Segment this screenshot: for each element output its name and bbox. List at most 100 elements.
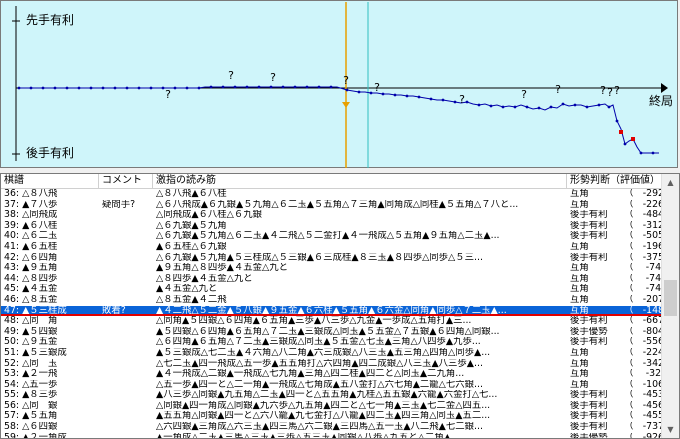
pv-cell: △６四角▲６五角△７二玉▲三銀成△同玉▲５五金△七玉▲三角△八四歩▲九歩... — [156, 337, 481, 348]
score-cell: （ -556） — [624, 337, 663, 348]
table-row[interactable]: 50: △９五金 △６四角▲６五角△７二玉▲三銀成△同玉▲５五金△七玉▲三角△八四… — [1, 337, 663, 348]
move-cell: 36: △８八飛 — [4, 189, 58, 199]
evaluation-point — [17, 86, 21, 90]
judgement-cell: 互角 — [570, 273, 589, 284]
pv-cell: ▲５三銀成△七二玉▲４六角△八二角▲六三成銀△八三玉▲五三角△四角△同歩▲... — [156, 347, 491, 358]
judgement-cell: 互角 — [570, 347, 589, 358]
pv-cell: △６九銀▲５九角 — [156, 220, 227, 231]
move-cell: 39: ▲６八桂 — [4, 220, 58, 231]
table-row[interactable]: 40: △６二玉 △６九銀▲５九角△６二玉▲４二飛△５二金打▲４一飛成△５五角▲９… — [1, 231, 663, 242]
evaluation-point — [185, 86, 189, 90]
move-cell: 42: △６四角 — [4, 252, 58, 263]
evaluation-graph[interactable]: ??????????? 先手有利 後手有利 終局 — [0, 0, 678, 168]
evaluation-line — [19, 86, 659, 154]
scroll-thumb[interactable] — [664, 280, 677, 316]
pv-cell: ▲９五角△８四歩▲４五金△九と — [156, 263, 288, 274]
score-cell: （ -312） — [624, 220, 663, 231]
table-row[interactable]: 54: △五一歩 △五一歩▲四一と△二一角▲一飛成△七角成▲五八金打△六七角▲二籠… — [1, 380, 663, 391]
score-cell: （ -106） — [624, 379, 663, 390]
move-cell: 44: △８四歩 — [4, 273, 58, 284]
table-row[interactable]: 45: ▲４五金 ▲４五金△九と 互角 （ -74） — [1, 284, 663, 295]
judgement-cell: 後手有利 — [570, 400, 608, 411]
header-judgement[interactable]: 形勢判断（評価値） — [567, 174, 663, 188]
score-cell: （ -196） — [624, 241, 663, 252]
pv-cell: △８五金▲４二飛 — [156, 294, 227, 305]
evaluation-point — [197, 86, 201, 90]
header-kifu[interactable]: 棋譜 — [1, 174, 99, 188]
table-row[interactable]: 52: △同 玉 △七二玉▲四一飛成△五一歩▲五五角打△六四角▲四二成銀△八三玉▲… — [1, 359, 663, 370]
evaluation-point — [597, 103, 601, 107]
evaluation-point — [173, 86, 177, 90]
evaluation-point — [489, 104, 493, 108]
move-cell: 49: ▲５四銀 — [4, 326, 58, 337]
judgement-cell: 後手有利 — [570, 220, 608, 231]
table-row[interactable]: 57: ▲５五角 ▲五五角△同銀▲四一と△六八籠▲九七金打△八籠▲四二玉▲四三角△… — [1, 411, 663, 422]
evaluation-point — [615, 119, 619, 123]
evaluation-point — [357, 90, 361, 94]
table-row[interactable]: 36: △８八飛 △８八飛▲６八桂 互角 （ -292） — [1, 189, 663, 200]
vertical-scrollbar[interactable]: ▲ ▼ — [661, 174, 679, 438]
table-row[interactable]: 48: △同 角 △同角▲５四銀△６四角▲６五角▲三歩▲八三歩△九金▲一歩成△五角… — [1, 316, 663, 327]
evaluation-point — [53, 86, 57, 90]
score-cell: （ -224） — [624, 347, 663, 358]
table-row[interactable]: 38: △同飛成 △同飛成▲６八桂△６九銀 後手有利 （ -484） — [1, 210, 663, 221]
pv-cell: △七二玉▲四一飛成△五一歩▲五五角打△六四角▲四二成銀△八三玉▲八三歩▲... — [156, 358, 483, 369]
scroll-up-arrow-icon[interactable]: ▲ — [662, 174, 679, 191]
pv-cell: ▲４五金△九と — [156, 284, 218, 295]
evaluation-point — [465, 100, 469, 104]
pv-cell: ▲八三歩△同銀▲九五角△二玉▲四一と△五五角▲九桂△五五銀▲六籠▲六金打△七..… — [156, 390, 498, 401]
judgement-cell: 後手有利 — [570, 231, 608, 242]
table-row[interactable]: 37: ▲７八歩 疑問手? △６八飛成▲６九銀▲５九角△６二玉▲５五角△７三角▲同角… — [1, 200, 663, 211]
table-row[interactable]: 49: ▲５四銀 ▲５四銀△６四角▲６五角△７二玉▲三銀成△同玉▲５五金△７五銀▲… — [1, 327, 663, 338]
move-cell: 55: ▲８三歩 — [4, 390, 58, 401]
evaluation-point — [477, 103, 481, 107]
judgement-cell: 後手有利 — [570, 252, 608, 263]
table-row[interactable]: 55: ▲８三歩 ▲八三歩△同銀▲九五角△二玉▲四一と△五五角▲九桂△五五銀▲六籠… — [1, 390, 663, 401]
table-row[interactable]: 43: ▲９五角 ▲９五角△８四歩▲４五金△九と 互角 （ -74） — [1, 263, 663, 274]
evaluation-point — [269, 85, 273, 89]
evaluation-point — [345, 88, 349, 92]
evaluation-point — [393, 93, 397, 97]
table-row[interactable]: 59: ▲２一角成 ▲一角成△二玉▲三馬△三玉▲三歩△五三玉▲同銀△八歩△九五と△… — [1, 432, 663, 439]
move-list[interactable]: 棋譜 コメント 激指の読み筋 形勢判断（評価値） 36: △８八飛 △８八飛▲６八… — [0, 173, 680, 439]
table-row[interactable]: 51: ▲５三銀成 ▲５三銀成△七二玉▲４六角△八二角▲六三成銀△八三玉▲五三角△… — [1, 348, 663, 359]
pv-cell: △６八飛成▲６九銀▲５九角△６二玉▲５五角△７三角▲同角成△同桂▲５五角△７八と… — [156, 199, 519, 210]
move-cell: 46: △８五金 — [4, 294, 58, 305]
evaluation-point — [561, 102, 565, 106]
move-cell: 58: △６四銀 — [4, 422, 58, 433]
question-mark-annotation: ? — [228, 69, 234, 82]
evaluation-point — [607, 105, 611, 109]
evaluation-point — [149, 86, 153, 90]
label-sente-advantage: 先手有利 — [25, 13, 76, 27]
pv-cell: ▲４一飛成△二銀▲一飛成△七九角▲三角△四二桂▲四二と△同玉▲二九角... — [156, 369, 465, 380]
pv-cell: △同銀▲四一角成△同銀▲九六歩△九五角▲四二と△七一角▲三玉▲七二金△四五... — [156, 400, 491, 411]
header-pv[interactable]: 激指の読み筋 — [153, 174, 567, 188]
table-row[interactable]: 39: ▲６八桂 △６九銀▲５九角 後手有利 （ -312） — [1, 221, 663, 232]
judgement-cell: 互角 — [570, 199, 589, 210]
table-row[interactable]: 42: △６四角 △６九銀▲５九角▲５三桂成△５三銀▲６三成桂▲８三玉▲８四歩△同… — [1, 253, 663, 264]
question-mark-annotation: ? — [459, 93, 465, 106]
table-row[interactable]: 46: △８五金 △８五金▲４二飛 互角 （ -207） — [1, 295, 663, 306]
move-cell: 52: △同 玉 — [4, 358, 58, 369]
evaluation-point — [221, 85, 225, 89]
move-cell: 59: ▲２一角成 — [4, 432, 67, 439]
judgement-cell: 互角 — [570, 284, 589, 295]
evaluation-point — [29, 86, 33, 90]
evaluation-point — [651, 151, 655, 155]
table-row[interactable]: 44: △８四歩 △８四歩▲４五金△九と 互角 （ -74） — [1, 274, 663, 285]
evaluation-point — [305, 85, 309, 89]
table-row[interactable]: 53: ▲２一飛 ▲４一飛成△二銀▲一飛成△七九角▲三角△四二桂▲四二と△同玉▲二… — [1, 369, 663, 380]
evaluation-point — [501, 105, 505, 109]
table-row[interactable]: 58: △６四銀 △六四銀▲三角成△六三玉▲四三馬△六二銀▲三四馬△五一玉▲八二飛… — [1, 422, 663, 433]
evaluation-point — [209, 85, 213, 89]
header-comment[interactable]: コメント — [99, 174, 153, 188]
scroll-down-arrow-icon[interactable]: ▼ — [662, 421, 679, 438]
table-row[interactable]: 56: △同 銀 △同銀▲四一角成△同銀▲九六歩△九五角▲四二と△七一角▲三玉▲七… — [1, 401, 663, 412]
current-move-marker-icon — [342, 102, 350, 108]
table-row[interactable]: 41: ▲６五桂 ▲６五桂△６九銀 互角 （ -196） — [1, 242, 663, 253]
graph-canvas[interactable]: ??????????? — [1, 1, 679, 169]
score-cell: （ -505） — [624, 231, 663, 242]
evaluation-point — [101, 86, 105, 90]
evaluation-point — [281, 85, 285, 89]
graph-x-arrow — [661, 83, 668, 93]
